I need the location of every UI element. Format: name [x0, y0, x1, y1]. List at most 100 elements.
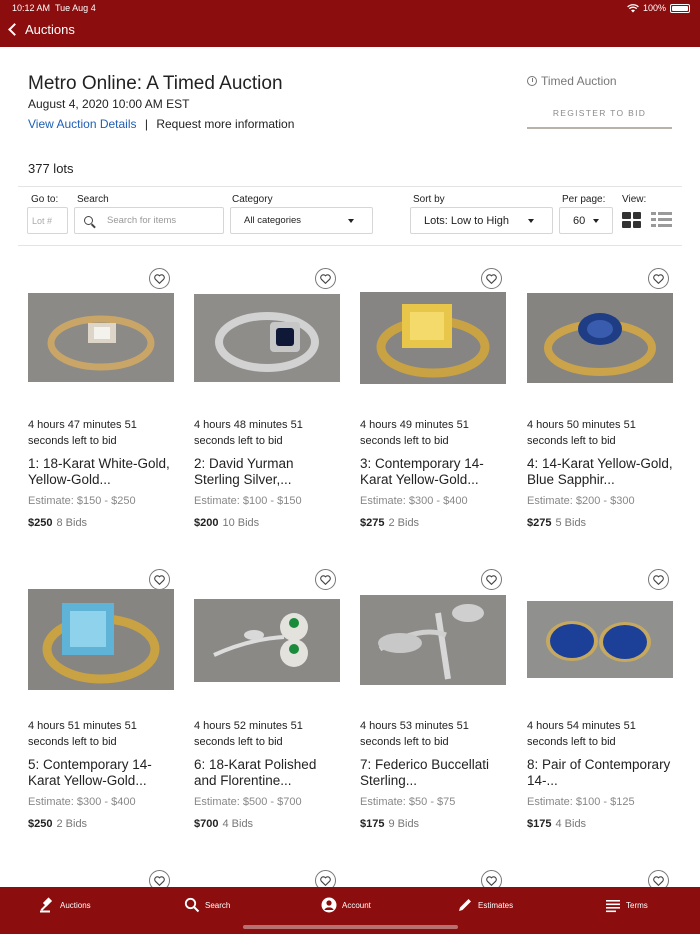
bottom-tab-bar: Auctions Search Account Estimates Terms: [0, 887, 700, 934]
lot-estimate: Estimate: $100 - $125: [527, 796, 635, 808]
lot-image[interactable]: [360, 595, 506, 685]
grid-view-icon[interactable]: [622, 212, 641, 228]
lot-price: $175: [527, 818, 552, 830]
status-time: 10:12 AM: [12, 3, 51, 13]
lot-card[interactable]: 4 hours 53 minutes 51 seconds left to bi…: [360, 569, 510, 849]
chevron-down-icon: [593, 218, 599, 223]
lot-image[interactable]: [527, 293, 673, 383]
lot-estimate: Estimate: $300 - $400: [28, 796, 136, 808]
tab-terms[interactable]: Terms: [605, 895, 648, 915]
lot-title[interactable]: 4: 14-Karat Yellow-Gold, Blue Sapphir...: [527, 456, 673, 488]
per-page-value: 60: [573, 214, 586, 227]
favorite-heart-icon[interactable]: [481, 569, 502, 590]
lot-bid-count: 9 Bids: [388, 818, 420, 830]
status-bar: 10:12 AM Tue Aug 4 100%: [0, 0, 700, 16]
lot-time-left: 4 hours 51 minutes 51 seconds left to bi…: [28, 720, 137, 748]
lot-card[interactable]: 4 hours 52 minutes 51 seconds left to bi…: [194, 569, 344, 849]
auction-type-label: Timed Auction: [541, 74, 617, 88]
favorite-heart-icon[interactable]: [481, 268, 502, 289]
tab-label: Terms: [626, 900, 648, 910]
lot-card[interactable]: 4 hours 54 minutes 51 seconds left to bi…: [527, 569, 677, 849]
goto-label: Go to:: [31, 194, 59, 205]
tab-label: Auctions: [60, 900, 91, 910]
lot-title[interactable]: 3: Contemporary 14-Karat Yellow-Gold...: [360, 456, 506, 488]
lot-image[interactable]: [527, 601, 673, 678]
lot-image[interactable]: [194, 599, 340, 682]
page-title: Metro Online: A Timed Auction: [28, 73, 283, 94]
search-input[interactable]: Search for items: [74, 207, 224, 234]
back-button[interactable]: Auctions: [6, 22, 75, 37]
wifi-icon: [627, 3, 639, 12]
tab-search[interactable]: Search: [184, 895, 230, 915]
per-page-label: Per page:: [562, 194, 606, 205]
lot-price: $275: [360, 517, 385, 529]
category-value: All categories: [244, 215, 302, 226]
lot-current-bid: $700 4 Bids: [194, 818, 253, 830]
pencil-icon: [459, 899, 471, 911]
lot-title[interactable]: 2: David Yurman Sterling Silver,...: [194, 456, 340, 488]
lot-image[interactable]: [28, 293, 174, 382]
lot-estimate: Estimate: $50 - $75: [360, 796, 456, 808]
lot-current-bid: $250 8 Bids: [28, 517, 87, 529]
category-select[interactable]: All categories: [230, 207, 373, 234]
gavel-icon: [40, 897, 53, 913]
lot-card[interactable]: 4 hours 47 minutes 51 seconds left to bi…: [28, 268, 178, 548]
view-auction-details-link[interactable]: View Auction Details: [28, 117, 137, 131]
search-icon: [184, 897, 200, 913]
lot-current-bid: $175 9 Bids: [360, 818, 419, 830]
lot-title[interactable]: 6: 18-Karat Polished and Florentine...: [194, 757, 340, 789]
lot-title[interactable]: 1: 18-Karat White-Gold, Yellow-Gold...: [28, 456, 174, 488]
divider: [18, 245, 682, 246]
lot-number-placeholder: Lot #: [32, 215, 53, 226]
register-to-bid-button[interactable]: REGISTER TO BID: [527, 100, 672, 129]
lot-title[interactable]: 8: Pair of Contemporary 14-...: [527, 757, 673, 789]
lot-bid-count: 8 Bids: [56, 517, 88, 529]
terms-icon: [606, 900, 620, 913]
tab-account[interactable]: Account: [321, 895, 371, 915]
link-separator: |: [144, 117, 148, 131]
lot-title[interactable]: 7: Federico Buccellati Sterling...: [360, 757, 506, 789]
view-label: View:: [622, 194, 647, 205]
lot-estimate: Estimate: $100 - $150: [194, 495, 302, 507]
lot-title[interactable]: 5: Contemporary 14-Karat Yellow-Gold...: [28, 757, 174, 789]
favorite-heart-icon[interactable]: [648, 569, 669, 590]
back-button-label: Auctions: [25, 22, 75, 37]
lot-image[interactable]: [360, 292, 506, 384]
auction-date: August 4, 2020 10:00 AM EST: [28, 97, 190, 111]
lot-time-left: 4 hours 54 minutes 51 seconds left to bi…: [527, 720, 636, 748]
lot-image[interactable]: [28, 589, 174, 690]
per-page-select[interactable]: 60: [559, 207, 613, 234]
lot-current-bid: $175 4 Bids: [527, 818, 586, 830]
favorite-heart-icon[interactable]: [315, 569, 336, 590]
favorite-heart-icon[interactable]: [315, 268, 336, 289]
lot-number-input[interactable]: Lot #: [27, 207, 68, 234]
clock-icon: [527, 76, 537, 86]
sort-select[interactable]: Lots: Low to High: [410, 207, 553, 234]
lot-current-bid: $200 10 Bids: [194, 517, 259, 529]
lot-card[interactable]: 4 hours 50 minutes 51 seconds left to bi…: [527, 268, 677, 548]
lot-estimate: Estimate: $200 - $300: [527, 495, 635, 507]
request-info-link[interactable]: Request more information: [156, 117, 294, 131]
lot-time-left: 4 hours 48 minutes 51 seconds left to bi…: [194, 419, 303, 447]
search-icon: [84, 216, 93, 225]
lot-card[interactable]: 4 hours 48 minutes 51 seconds left to bi…: [194, 268, 344, 548]
status-date: Tue Aug 4: [55, 3, 96, 13]
lot-card[interactable]: 4 hours 49 minutes 51 seconds left to bi…: [360, 268, 510, 548]
tab-estimates[interactable]: Estimates: [457, 895, 513, 915]
lot-price: $200: [194, 517, 219, 529]
lot-estimate: Estimate: $500 - $700: [194, 796, 302, 808]
favorite-heart-icon[interactable]: [149, 268, 170, 289]
lot-price: $275: [527, 517, 552, 529]
lot-price: $250: [28, 517, 53, 529]
home-indicator: [243, 925, 458, 929]
sort-label: Sort by: [413, 194, 445, 205]
favorite-heart-icon[interactable]: [648, 268, 669, 289]
search-label: Search: [77, 194, 109, 205]
list-view-icon[interactable]: [651, 212, 672, 228]
lot-image[interactable]: [194, 294, 340, 382]
lot-card[interactable]: 4 hours 51 minutes 51 seconds left to bi…: [28, 569, 178, 849]
tab-auctions[interactable]: Auctions: [39, 895, 91, 915]
favorite-heart-icon[interactable]: [149, 569, 170, 590]
chevron-down-icon: [348, 218, 354, 223]
sort-value: Lots: Low to High: [424, 214, 509, 227]
